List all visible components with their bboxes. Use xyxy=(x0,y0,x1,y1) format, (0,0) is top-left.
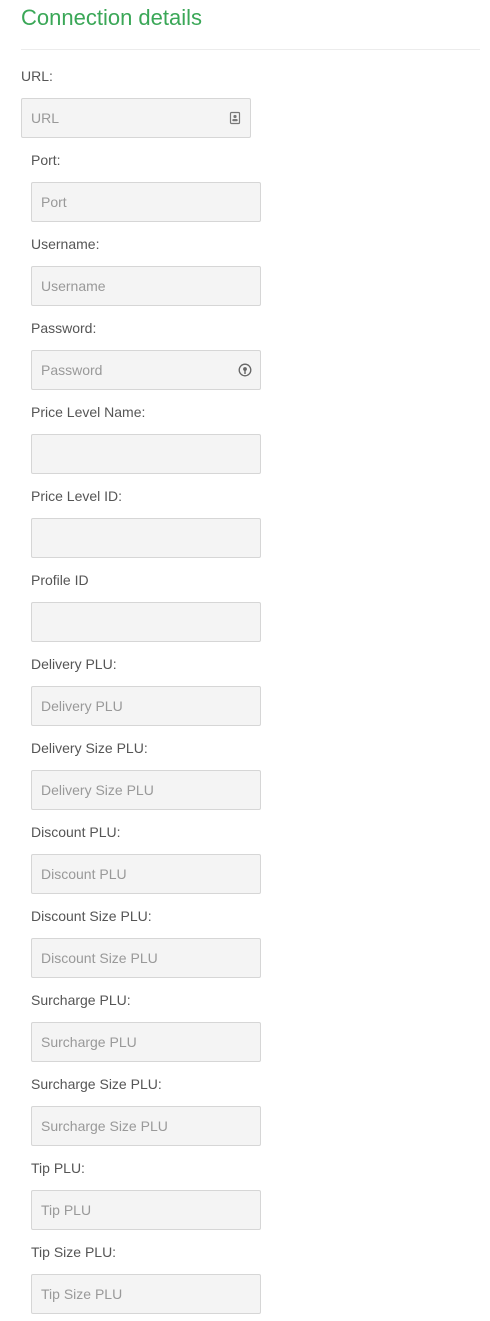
discount-plu-input[interactable] xyxy=(32,855,260,893)
profile-id-input[interactable] xyxy=(32,603,260,641)
price-level-name-field-group: Price Level Name: xyxy=(31,404,331,474)
price-level-name-input[interactable] xyxy=(32,435,260,473)
url-label: URL: xyxy=(21,68,53,84)
tip-size-plu-input-box[interactable] xyxy=(31,1274,261,1314)
connection-details-panel: Connection details URL: Port: Username: xyxy=(0,0,490,1321)
password-key-icon[interactable] xyxy=(238,363,252,377)
price-level-id-label: Price Level ID: xyxy=(31,488,123,504)
profile-id-field-group: Profile ID xyxy=(31,572,331,642)
discount-plu-input-box[interactable] xyxy=(31,854,261,894)
port-field-group: Port: xyxy=(31,152,331,222)
password-field-group: Password: xyxy=(31,320,331,390)
discount-plu-label: Discount PLU: xyxy=(31,824,121,840)
contact-card-icon[interactable] xyxy=(228,111,242,125)
surcharge-plu-label: Surcharge PLU: xyxy=(31,992,131,1008)
username-input[interactable] xyxy=(32,267,260,305)
delivery-size-plu-field-group: Delivery Size PLU: xyxy=(31,740,331,810)
surcharge-plu-input[interactable] xyxy=(32,1023,260,1061)
tip-plu-label: Tip PLU: xyxy=(31,1160,85,1176)
section-title: Connection details xyxy=(21,5,203,30)
username-input-box[interactable] xyxy=(31,266,261,306)
password-input[interactable] xyxy=(32,351,260,389)
price-level-name-input-box[interactable] xyxy=(31,434,261,474)
tip-size-plu-field-group: Tip Size PLU: xyxy=(31,1244,331,1314)
tip-plu-field-group: Tip PLU: xyxy=(31,1160,331,1230)
delivery-plu-field-group: Delivery PLU: xyxy=(31,656,331,726)
surcharge-size-plu-label: Surcharge Size PLU: xyxy=(31,1076,162,1092)
password-label: Password: xyxy=(31,320,97,336)
price-level-name-label: Price Level Name: xyxy=(31,404,146,420)
delivery-plu-input-box[interactable] xyxy=(31,686,261,726)
tip-plu-input[interactable] xyxy=(32,1191,260,1229)
price-level-id-input-box[interactable] xyxy=(31,518,261,558)
delivery-plu-input[interactable] xyxy=(32,687,260,725)
password-input-box[interactable] xyxy=(31,350,261,390)
username-field-group: Username: xyxy=(31,236,331,306)
port-label: Port: xyxy=(31,152,61,168)
discount-plu-field-group: Discount PLU: xyxy=(31,824,331,894)
tip-size-plu-input[interactable] xyxy=(32,1275,260,1313)
price-level-id-field-group: Price Level ID: xyxy=(31,488,331,558)
surcharge-size-plu-input-box[interactable] xyxy=(31,1106,261,1146)
tip-size-plu-label: Tip Size PLU: xyxy=(31,1244,117,1260)
url-input-box[interactable] xyxy=(21,98,251,138)
section-divider xyxy=(21,49,480,50)
url-input[interactable] xyxy=(22,99,250,137)
discount-size-plu-input-box[interactable] xyxy=(31,938,261,978)
profile-id-label: Profile ID xyxy=(31,572,89,588)
discount-size-plu-field-group: Discount Size PLU: xyxy=(31,908,331,978)
tip-plu-input-box[interactable] xyxy=(31,1190,261,1230)
price-level-id-input[interactable] xyxy=(32,519,260,557)
discount-size-plu-input[interactable] xyxy=(32,939,260,977)
discount-size-plu-label: Discount Size PLU: xyxy=(31,908,152,924)
delivery-size-plu-label: Delivery Size PLU: xyxy=(31,740,148,756)
port-input-box[interactable] xyxy=(31,182,261,222)
profile-id-input-box[interactable] xyxy=(31,602,261,642)
surcharge-size-plu-field-group: Surcharge Size PLU: xyxy=(31,1076,331,1146)
surcharge-plu-field-group: Surcharge PLU: xyxy=(31,992,331,1062)
delivery-plu-label: Delivery PLU: xyxy=(31,656,117,672)
port-input[interactable] xyxy=(32,183,260,221)
surcharge-plu-input-box[interactable] xyxy=(31,1022,261,1062)
surcharge-size-plu-input[interactable] xyxy=(32,1107,260,1145)
url-field-group: URL: xyxy=(21,68,321,138)
delivery-size-plu-input-box[interactable] xyxy=(31,770,261,810)
delivery-size-plu-input[interactable] xyxy=(32,771,260,809)
username-label: Username: xyxy=(31,236,100,252)
